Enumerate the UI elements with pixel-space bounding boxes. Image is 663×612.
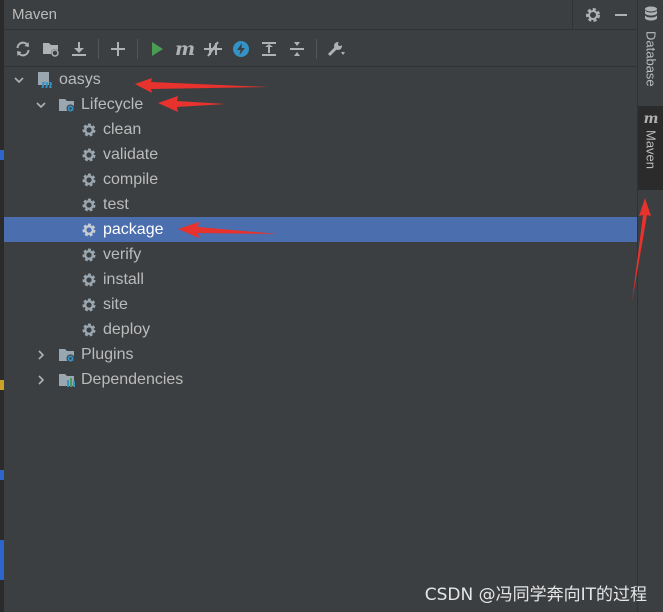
gear-icon xyxy=(80,321,98,339)
gear-icon xyxy=(80,196,98,214)
lifecycle-phase-test[interactable]: test xyxy=(4,192,637,217)
reload-icon[interactable] xyxy=(10,36,36,62)
wrench-icon[interactable] xyxy=(323,36,349,62)
gear-icon xyxy=(80,146,98,164)
lifecycle-phase-verify[interactable]: verify xyxy=(4,242,637,267)
tree-item-label: Dependencies xyxy=(81,370,184,388)
toolbar-separator xyxy=(316,38,317,59)
chevron-down-icon[interactable] xyxy=(34,98,48,112)
tree-item-dependencies[interactable]: Dependencies xyxy=(4,367,637,392)
tree-item-label: clean xyxy=(103,120,142,138)
sidebar-tab-label: Database xyxy=(643,31,659,87)
chevron-right-icon[interactable] xyxy=(34,348,48,362)
sidebar-tab-maven[interactable]: m Maven xyxy=(638,106,663,190)
header-divider xyxy=(572,0,573,30)
tree-item-label: compile xyxy=(103,170,159,188)
chevron-right-icon[interactable] xyxy=(34,373,48,387)
maven-project-tree: m oasys Lifecycle clean validate compile… xyxy=(4,67,637,612)
lifecycle-folder-icon xyxy=(58,96,76,114)
maven-m-icon[interactable]: m xyxy=(172,36,198,62)
folder-sync-icon[interactable] xyxy=(38,36,64,62)
play-icon[interactable] xyxy=(144,36,170,62)
offline-icon[interactable] xyxy=(200,36,226,62)
tree-item-label: test xyxy=(103,195,129,213)
right-tool-stripe: Database m Maven xyxy=(637,0,663,612)
tree-item-lifecycle[interactable]: Lifecycle xyxy=(4,92,637,117)
gear-icon xyxy=(80,246,98,264)
plugins-folder-icon xyxy=(58,346,76,364)
gear-icon xyxy=(80,121,98,139)
download-icon[interactable] xyxy=(66,36,92,62)
diagram-icon[interactable] xyxy=(256,36,282,62)
dependencies-folder-icon xyxy=(58,371,76,389)
tree-item-plugins[interactable]: Plugins xyxy=(4,342,637,367)
tool-window-title: Maven xyxy=(12,6,58,23)
maven-project-icon: m xyxy=(36,71,54,89)
watermark: CSDN @冯同学奔向IT的过程 xyxy=(424,585,647,605)
tree-item-label: install xyxy=(103,270,144,288)
svg-text:m: m xyxy=(41,78,53,89)
sidebar-tab-label: Maven xyxy=(643,130,659,170)
lifecycle-phase-package[interactable]: package xyxy=(4,217,637,242)
tree-item-label: package xyxy=(103,220,164,238)
header-actions xyxy=(572,0,637,30)
maven-m-icon: m xyxy=(643,111,659,127)
gear-icon[interactable] xyxy=(581,3,605,27)
tree-item-label: oasys xyxy=(59,70,101,88)
tool-window-header: Maven xyxy=(4,0,637,30)
tree-item-label: site xyxy=(103,295,128,313)
lifecycle-phase-deploy[interactable]: deploy xyxy=(4,317,637,342)
gear-icon xyxy=(80,271,98,289)
database-icon xyxy=(644,6,658,27)
lifecycle-phase-site[interactable]: site xyxy=(4,292,637,317)
tree-item-label: validate xyxy=(103,145,159,163)
tree-item-oasys[interactable]: m oasys xyxy=(4,67,637,92)
maven-toolbar: m xyxy=(4,31,637,67)
lightning-icon[interactable] xyxy=(228,36,254,62)
toolbar-separator xyxy=(98,38,99,59)
minimize-icon[interactable] xyxy=(609,3,633,27)
lifecycle-phase-install[interactable]: install xyxy=(4,267,637,292)
sidebar-tab-database[interactable]: Database xyxy=(638,6,663,102)
gear-icon xyxy=(80,171,98,189)
tree-item-label: Plugins xyxy=(81,345,134,363)
plus-icon[interactable] xyxy=(105,36,131,62)
tree-item-label: Lifecycle xyxy=(81,95,144,113)
lifecycle-phase-validate[interactable]: validate xyxy=(4,142,637,167)
chevron-down-icon[interactable] xyxy=(12,73,26,87)
tree-item-label: verify xyxy=(103,245,142,263)
tree-item-label: deploy xyxy=(103,320,151,338)
lifecycle-phase-clean[interactable]: clean xyxy=(4,117,637,142)
gear-icon xyxy=(80,221,98,239)
lifecycle-phase-compile[interactable]: compile xyxy=(4,167,637,192)
toolbar-separator xyxy=(137,38,138,59)
gear-icon xyxy=(80,296,98,314)
maven-tool-window: Maven m m oasys Lifecycle clean validate… xyxy=(4,0,637,612)
collapse-icon[interactable] xyxy=(284,36,310,62)
